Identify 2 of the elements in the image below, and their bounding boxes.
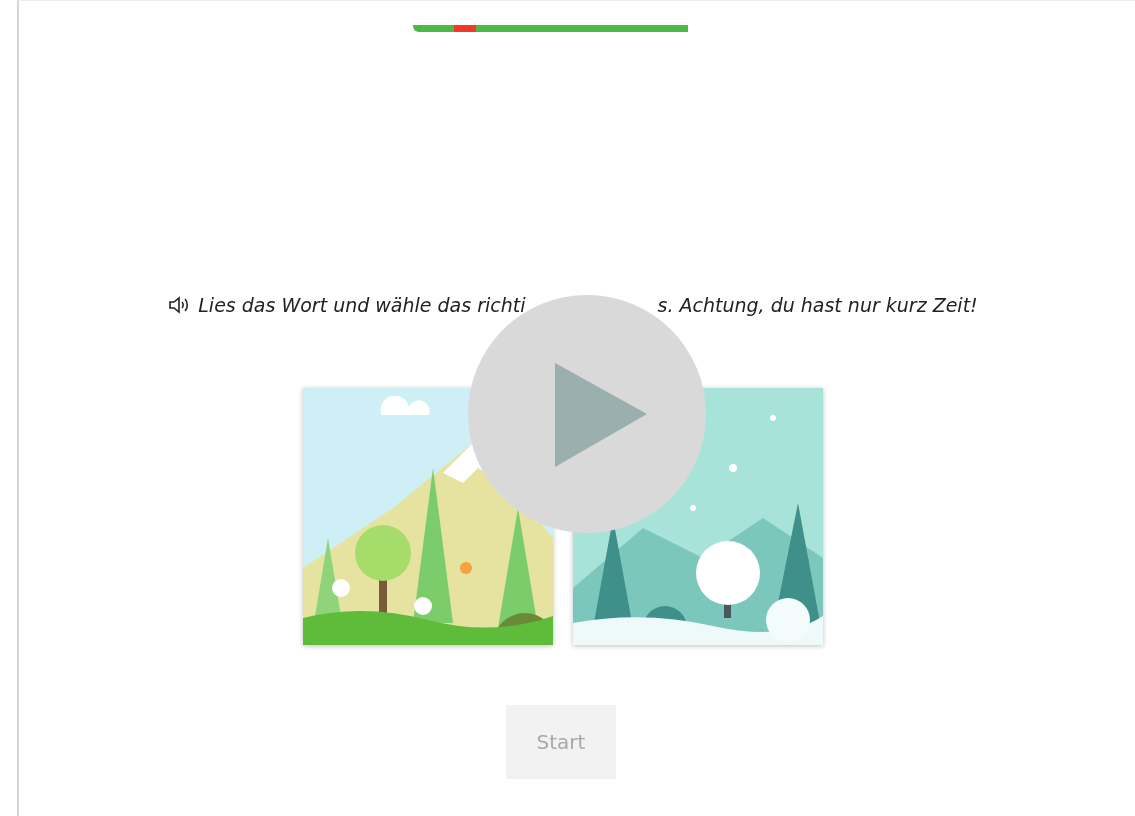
instruction-text: Lies das Wort und wähle das richti: [198, 294, 526, 316]
instruction-text: s. Achtung, du hast nur kurz Zeit!: [657, 294, 978, 316]
